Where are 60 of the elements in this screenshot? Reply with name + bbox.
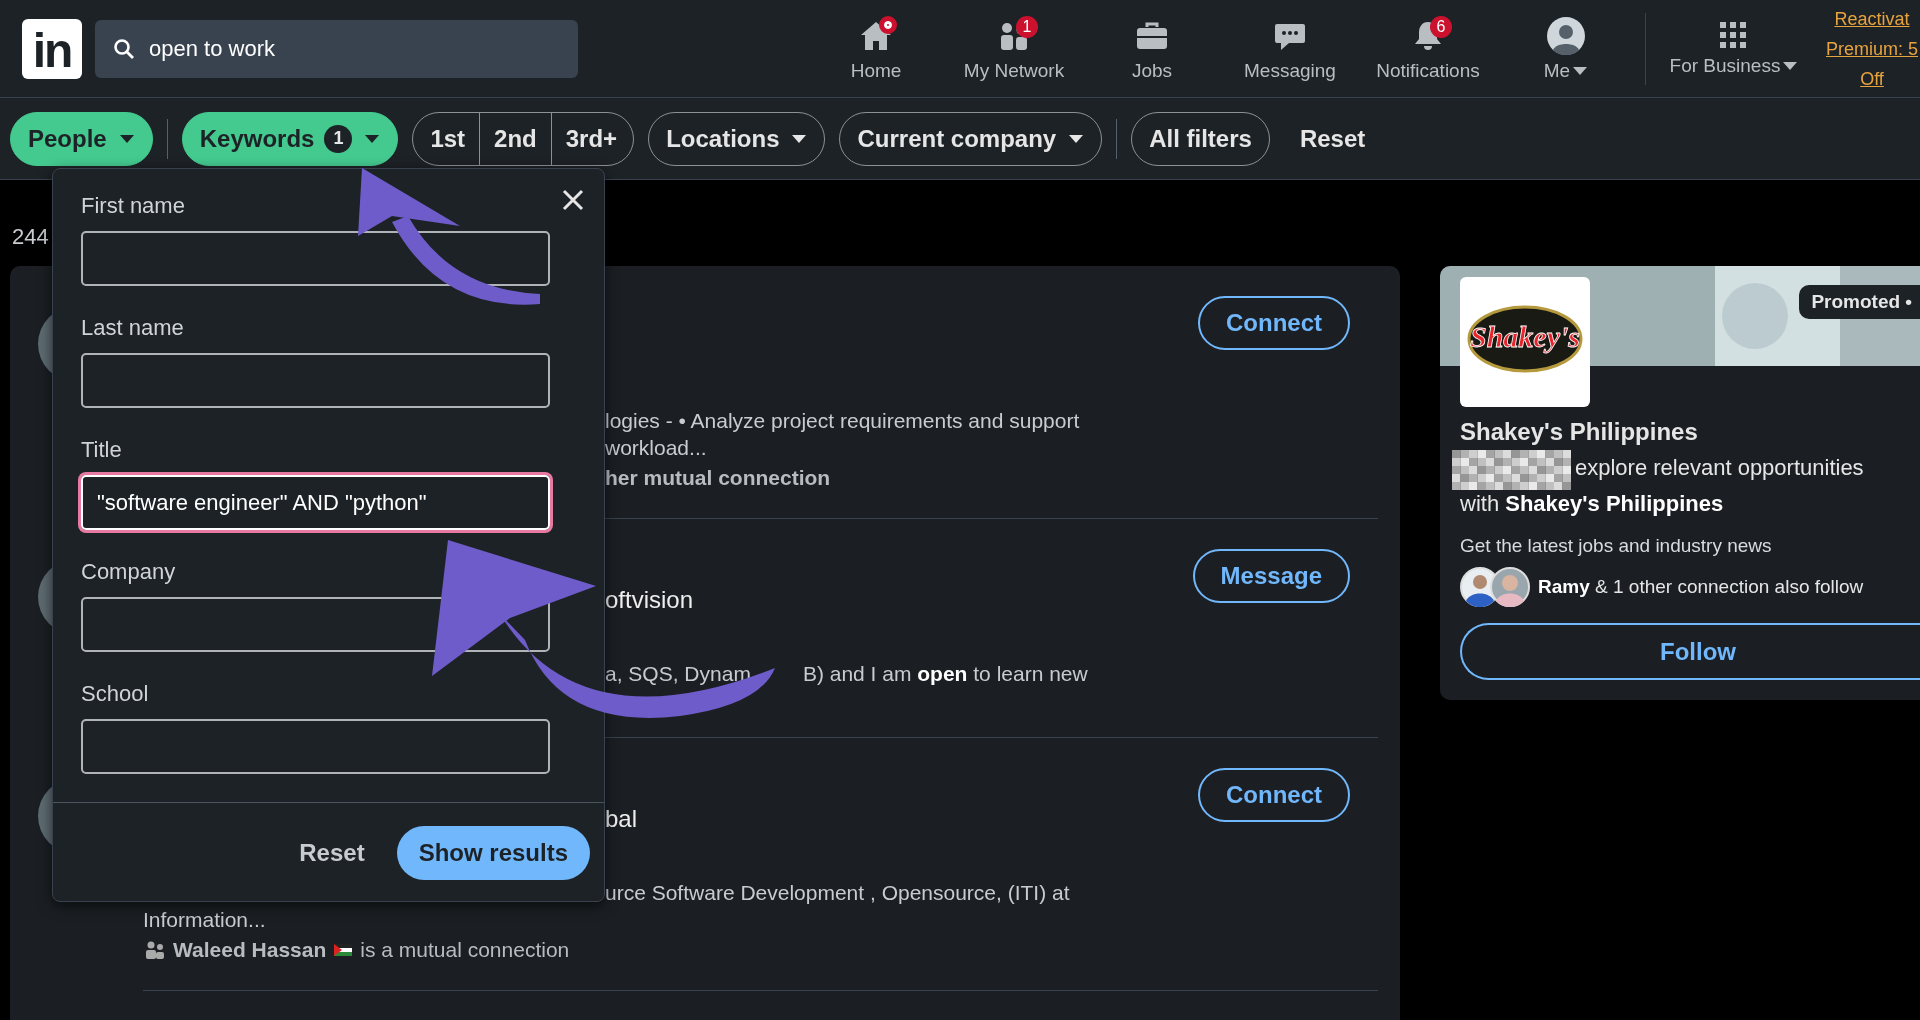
company-name[interactable]: Shakey's Philippines [1460,418,1920,446]
count-badge: 1 [324,124,353,153]
nav-item[interactable]: 6 Notifications [1359,15,1497,82]
results-count: 244 [12,224,50,250]
segment-button[interactable]: 3rd+ [550,112,634,165]
nav-item[interactable]: For Business [1658,20,1810,77]
promoted-label: Promoted • [1799,285,1920,319]
profile-snippet: urce Software Development , Opensource, (ITI) at [605,880,1070,906]
connect-button[interactable]: Connect [1198,296,1350,350]
search-icon [113,37,135,60]
mutual-connection-text: is a mutual connection [360,937,570,963]
reset-button[interactable]: Reset [293,837,371,868]
field-label: First name [81,193,185,219]
grid-icon [1719,20,1749,51]
connect-button[interactable]: Message [1192,549,1350,603]
people-icon [145,940,165,960]
field-label: Last name [81,315,184,341]
nav-item[interactable]: Jobs [1083,15,1221,82]
premium-link[interactable]: Reactivat Premium: 5 Off [1824,3,1920,94]
mutual-connection-name[interactable]: Waleed Hassan [173,933,327,967]
profile-name[interactable]: bal [605,802,638,836]
filter-pill[interactable]: People [10,111,153,166]
close-icon [562,189,584,211]
field-label: Title [81,437,122,463]
notification-badge: 6 [1430,15,1452,38]
notification-badge: 1 [1016,15,1038,38]
home-icon [859,19,893,52]
show-results-button[interactable]: Show results [396,825,590,880]
logo[interactable]: in [22,18,82,79]
mutual-connections: her mutual connection [605,465,831,491]
segment-button[interactable]: 2nd [479,112,551,165]
text-field[interactable] [81,353,550,408]
profile-snippet: a, SQS, Dynam [605,661,751,687]
text-field[interactable]: "software engineer" AND "python" [81,475,550,530]
company-logo: Shakey's [1460,277,1590,407]
followers-text: Ramy & 1 other connection also follow [1538,577,1865,597]
text-field[interactable] [81,231,550,286]
nav-item[interactable]: 1 My Network [945,15,1083,82]
profile-name[interactable]: oftvision [605,583,694,617]
reset-button[interactable]: Reset [1289,124,1376,153]
profile-snippet: workload... [605,435,707,461]
nav-item[interactable]: Me [1497,15,1635,82]
field-label: School [81,681,149,707]
nav-item[interactable]: Messaging [1221,15,1359,82]
profile-snippet: Information... [143,907,267,933]
ad-message: with Shakey's Philippines [1460,490,1725,517]
field-label: Company [81,559,176,585]
follow-button[interactable]: Follow [1460,623,1920,680]
avatar [1547,16,1585,55]
ad-message: explore relevant opportunities [1575,454,1864,482]
segment-button[interactable]: 1st [413,112,480,165]
filter-pill[interactable]: Keywords 1 [181,111,399,166]
profile-snippet: logies - • Analyze project requirements and support [605,408,1080,434]
nav-item[interactable]: Home [807,15,945,82]
ad-tagline: Get the latest jobs and industry news [1460,535,1773,557]
search-field[interactable]: open to work [95,19,578,78]
profile-snippet: B) and I am open to learn new [802,661,1088,687]
text-field[interactable] [81,719,550,774]
connect-button[interactable]: Connect [1198,768,1350,822]
avatar [1490,567,1530,607]
